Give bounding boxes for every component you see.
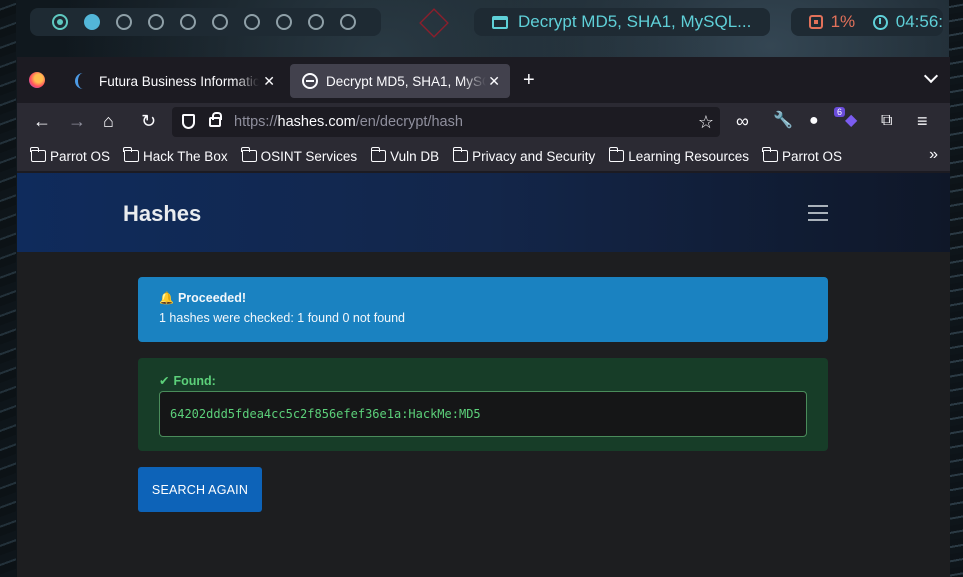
folder-icon [240, 147, 257, 162]
navigation-toolbar: ← → ⌂ ↻ https://hashes.com/en/decrypt/ha… [17, 103, 950, 141]
url-bar[interactable]: https://hashes.com/en/decrypt/hash ☆ [172, 107, 720, 137]
workspace-4[interactable] [148, 14, 164, 30]
firefox-view-icon[interactable] [29, 72, 45, 88]
tab-title: Decrypt MD5, SHA1, MySQ [326, 73, 486, 89]
new-tab-button[interactable]: + [523, 70, 535, 90]
home-button[interactable]: ⌂ [103, 112, 114, 130]
system-status: 1% 04:56: [791, 8, 943, 36]
search-again-button[interactable]: SEARCH AGAIN [138, 467, 262, 512]
bookmark-folder[interactable]: Learning Resources [608, 147, 749, 164]
bookmark-folder[interactable]: Hack The Box [123, 147, 228, 164]
found-title: ✔ Found: [159, 373, 216, 389]
tab-bar: Futura Business Informatic ✕ Decrypt MD5… [17, 57, 950, 103]
desktop-edge-right [949, 0, 963, 577]
shield-extension-icon[interactable]: ◆ [845, 112, 857, 130]
alert-message: 1 hashes were checked: 1 found 0 not fou… [159, 311, 406, 325]
workspace-1[interactable] [52, 14, 68, 30]
cpu-usage: 1% [830, 12, 856, 31]
folder-icon [370, 147, 387, 162]
tab-futura[interactable]: Futura Business Informatic ✕ [63, 64, 285, 98]
workspace-3[interactable] [116, 14, 132, 30]
alert-title: 🔔 Proceeded! [159, 291, 247, 305]
wrench-tools-icon[interactable]: 🔧 [773, 112, 793, 130]
futura-favicon-icon [75, 73, 91, 89]
folder-icon [30, 147, 46, 162]
extensions-puzzle-icon[interactable]: ⧉ [881, 112, 892, 130]
folder-icon [608, 147, 625, 162]
folder-icon [123, 147, 140, 162]
tracking-protection-shield-icon[interactable] [182, 114, 195, 129]
folder-icon [452, 147, 469, 162]
window-icon [492, 15, 508, 29]
hashes-favicon-icon [302, 73, 318, 89]
workspace-6[interactable] [212, 14, 228, 30]
bookmark-folder[interactable]: Parrot OS [762, 147, 842, 164]
bookmark-star-icon[interactable]: ☆ [698, 112, 714, 133]
bookmark-folder[interactable]: Vuln DB [370, 147, 439, 164]
clock-time: 04:56: [895, 12, 943, 31]
back-button[interactable]: ← [33, 112, 51, 130]
workspace-9[interactable] [308, 14, 324, 30]
reload-button[interactable]: ↻ [141, 112, 156, 130]
url-text[interactable]: https://hashes.com/en/decrypt/hash [234, 114, 463, 130]
desktop-edge-left [0, 0, 16, 577]
folder-icon [762, 147, 779, 162]
page-content: Hashes 🔔 Proceeded! 1 hashes were checke… [17, 173, 950, 577]
bookmarks-toolbar: Parrot OS Hack The Box OSINT Services Vu… [17, 141, 950, 171]
workspace-switcher [30, 8, 381, 36]
close-tab-icon[interactable]: ✕ [488, 73, 500, 90]
workspace-5[interactable] [180, 14, 196, 30]
list-all-tabs-chevron-icon[interactable] [923, 68, 939, 84]
lock-icon[interactable] [209, 112, 222, 127]
active-window-title: Decrypt MD5, SHA1, MySQL... [518, 12, 752, 31]
browser-window: Futura Business Informatic ✕ Decrypt MD5… [17, 57, 950, 577]
check-icon: ✔ [159, 374, 170, 388]
active-window-indicator[interactable]: Decrypt MD5, SHA1, MySQL... [474, 8, 770, 36]
bookmarks-overflow-chevron-icon[interactable]: » [929, 146, 938, 164]
bookmark-folder[interactable]: Privacy and Security [452, 147, 595, 164]
forward-button[interactable]: → [68, 112, 86, 130]
workspace-10[interactable] [340, 14, 356, 30]
site-header: Hashes [17, 173, 950, 252]
mask-extension-icon[interactable]: ∞ [736, 112, 749, 130]
site-menu-hamburger-icon[interactable] [808, 205, 828, 226]
hash-result-field[interactable]: 64202ddd5fdea4cc5c2f856efef36e1a:HackMe:… [159, 391, 807, 437]
found-alert: ✔ Found: 64202ddd5fdea4cc5c2f856efef36e1… [138, 358, 828, 451]
workspace-2[interactable] [84, 14, 100, 30]
bookmark-folder[interactable]: OSINT Services [240, 147, 357, 164]
app-menu-hamburger-icon[interactable]: ≡ [917, 112, 928, 130]
workspace-7[interactable] [244, 14, 260, 30]
tab-title: Futura Business Informatic [99, 73, 259, 89]
cpu-icon [809, 15, 823, 29]
clock-icon [873, 14, 888, 30]
workspace-8[interactable] [276, 14, 292, 30]
site-brand[interactable]: Hashes [123, 201, 201, 227]
extension-badge: 6 [834, 107, 846, 117]
bookmark-folder[interactable]: Parrot OS [30, 147, 110, 164]
cookie-extension-icon[interactable]: ● [809, 112, 819, 130]
close-tab-icon[interactable]: ✕ [263, 73, 275, 90]
proceeded-alert: 🔔 Proceeded! 1 hashes were checked: 1 fo… [138, 277, 828, 342]
tab-hashes-active[interactable]: Decrypt MD5, SHA1, MySQ ✕ [290, 64, 510, 98]
bell-icon: 🔔 [159, 291, 174, 305]
